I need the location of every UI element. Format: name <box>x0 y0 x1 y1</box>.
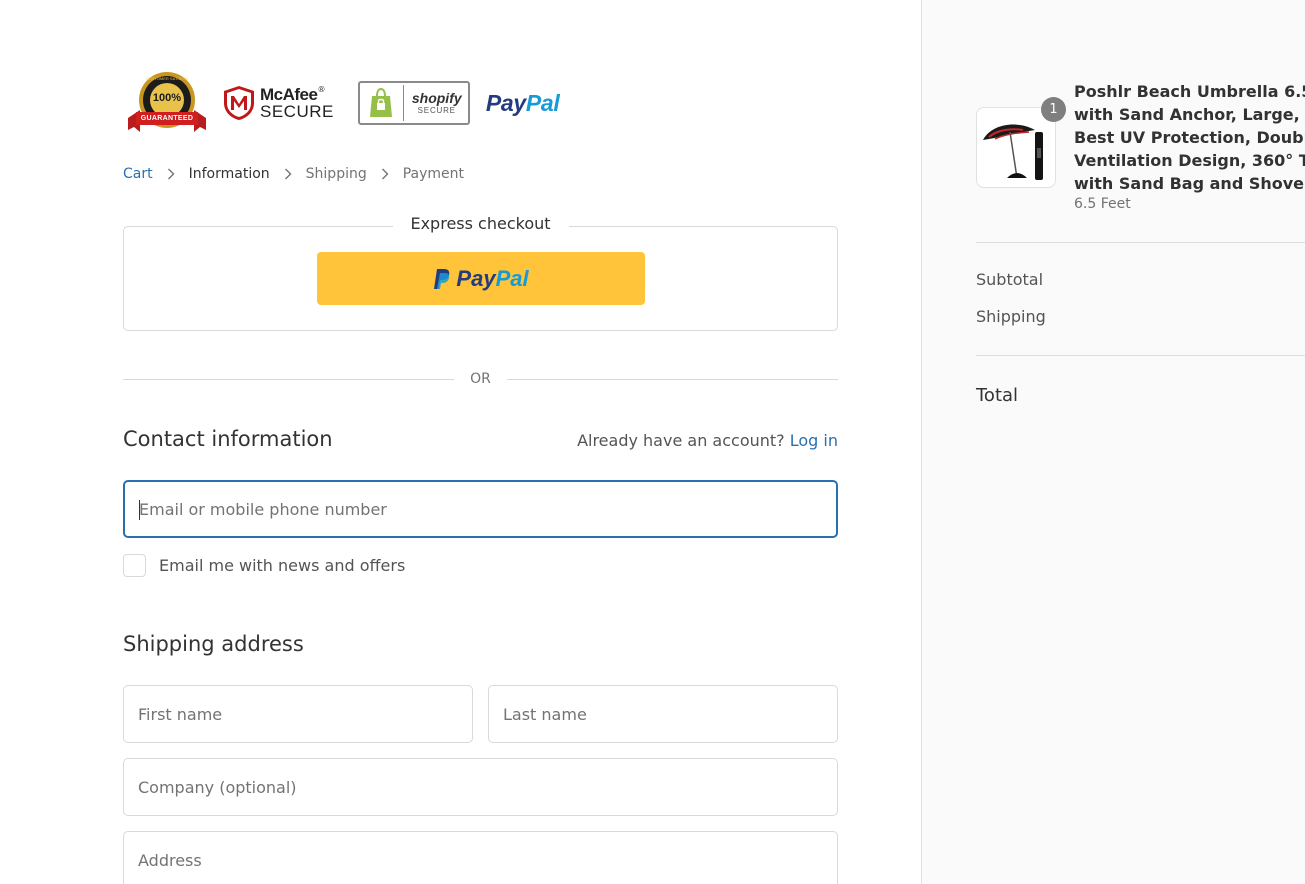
email-input[interactable] <box>125 482 836 536</box>
address-input[interactable] <box>124 832 837 884</box>
shopify-secure-label: SECURE <box>417 106 456 115</box>
chevron-right-icon <box>278 167 298 181</box>
paypal-logo-pal: Pal <box>525 89 560 116</box>
email-field[interactable] <box>123 480 838 538</box>
mcafee-secure-badge: McAfee® SECURE <box>222 85 334 121</box>
product-variant: 6.5 Feet <box>1074 196 1131 212</box>
last-name-field[interactable] <box>488 685 838 743</box>
mcafee-shield-icon <box>224 86 254 120</box>
express-checkout: Express checkout Pay Pal <box>123 214 838 331</box>
newsletter-checkbox[interactable] <box>123 554 146 577</box>
or-text: OR <box>470 371 491 387</box>
contact-information-title: Contact information <box>123 427 333 451</box>
company-field[interactable] <box>123 758 838 816</box>
product-name-line: with Sand Anchor, Large, Win <box>1074 105 1305 124</box>
seal-center-text: 100% <box>152 92 182 104</box>
product-name-line: Best UV Protection, Double-L <box>1074 128 1305 147</box>
product-name-line: Poshlr Beach Umbrella 6.5ft/7 <box>1074 82 1305 101</box>
shipping-label: Shipping <box>976 307 1046 326</box>
paypal-button-pal: Pal <box>495 265 529 291</box>
order-summary: 1 Poshlr Beach Umbrella 6.5ft/7 with San… <box>921 0 1305 884</box>
shopify-name: shopify <box>411 90 462 106</box>
express-checkout-title: Express checkout <box>392 214 569 233</box>
seal-top-text: CUSTOMER SATISFACTION <box>146 76 188 81</box>
first-name-field[interactable] <box>123 685 473 743</box>
product-thumbnail <box>976 107 1056 188</box>
divider-line <box>123 378 455 380</box>
trust-badges: 100% GUARANTEED CUSTOMER SATISFACTION Mc… <box>126 70 560 136</box>
shipping-address-title: Shipping address <box>123 632 304 656</box>
paypal-checkout-button[interactable]: Pay Pal <box>317 252 645 305</box>
mcafee-registered: ® <box>317 85 326 94</box>
quantity-badge: 1 <box>1041 97 1066 122</box>
newsletter-label: Email me with news and offers <box>159 556 406 575</box>
total-label: Total <box>976 385 1019 406</box>
last-name-input[interactable] <box>489 686 837 742</box>
satisfaction-guarantee-seal: 100% GUARANTEED CUSTOMER SATISFACTION <box>126 70 208 136</box>
shopify-bag-icon <box>369 88 392 117</box>
first-name-input[interactable] <box>124 686 472 742</box>
company-input[interactable] <box>124 759 837 815</box>
text-caret <box>139 500 140 520</box>
divider-line <box>506 378 838 380</box>
checkout-main: 100% GUARANTEED CUSTOMER SATISFACTION Mc… <box>0 0 921 884</box>
newsletter-option[interactable]: Email me with news and offers <box>123 554 405 577</box>
breadcrumb-cart[interactable]: Cart <box>123 166 153 182</box>
account-prompt: Already have an account? Log in <box>577 431 838 450</box>
paypal-logo-pay: Pay <box>485 89 526 116</box>
product-name: Poshlr Beach Umbrella 6.5ft/7 with Sand … <box>1074 80 1305 195</box>
breadcrumb-payment: Payment <box>402 166 465 182</box>
chevron-right-icon <box>161 167 181 181</box>
mcafee-secure-label: SECURE <box>260 102 334 121</box>
address-field[interactable] <box>123 831 838 884</box>
shopify-divider <box>402 85 404 121</box>
shopify-secure-badge: shopify SECURE <box>357 81 470 125</box>
paypal-logo: PayPal <box>486 90 560 117</box>
or-divider: OR <box>123 368 838 390</box>
subtotal-label: Subtotal <box>976 270 1044 289</box>
paypal-button-logo: Pay Pal <box>433 265 529 292</box>
product-name-line: with Sand Bag and Shovel (Bl <box>1074 174 1305 193</box>
account-prompt-text: Already have an account? <box>577 431 785 450</box>
breadcrumb: Cart Information Shipping Payment <box>123 166 464 182</box>
seal-ribbon-text: GUARANTEED <box>140 115 194 122</box>
breadcrumb-shipping: Shipping <box>305 166 367 182</box>
beach-umbrella-image <box>983 124 1043 180</box>
summary-divider <box>976 355 1305 356</box>
login-link[interactable]: Log in <box>790 431 838 450</box>
chevron-right-icon <box>375 167 395 181</box>
paypal-button-pay: Pay <box>456 265 496 291</box>
product-name-line: Ventilation Design, 360° Tiltin <box>1074 151 1305 170</box>
breadcrumb-information: Information <box>188 166 270 182</box>
paypal-p-icon <box>434 268 450 289</box>
summary-divider <box>976 242 1305 243</box>
